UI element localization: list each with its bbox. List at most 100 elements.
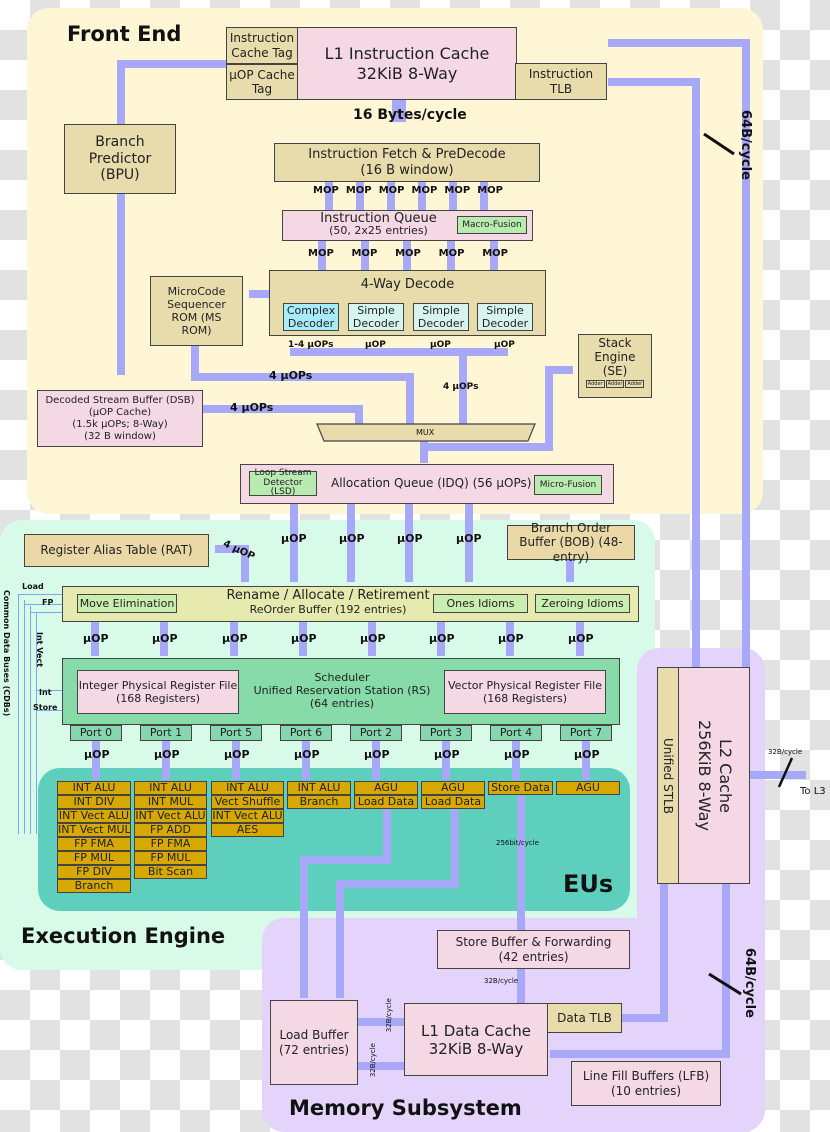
bus-se-to-idq	[428, 443, 550, 451]
dsb-line1: Decoded Stream Buffer (DSB)	[45, 394, 195, 406]
sb-rate-label: 32B/cycle	[484, 977, 519, 985]
cdb-line	[24, 600, 25, 834]
port-1: Port 1	[140, 725, 192, 741]
loop-stream-detector: Loop Stream Detector (LSD)	[249, 468, 317, 497]
vec-prf-line1: Vector Physical Register File	[448, 678, 602, 692]
eu-unit: FP ADD	[134, 823, 207, 837]
uop-label: µOP	[568, 632, 594, 645]
dsb-line2: (µOP Cache)	[88, 406, 152, 418]
l1-data-cache: L1 Data Cache 32KiB 8-Way	[404, 1003, 548, 1076]
eu-unit: Load Data	[354, 795, 418, 809]
cdb-title: Common Data Buses (CDBs)	[2, 590, 11, 717]
memory-subsystem-title: Memory Subsystem	[289, 1096, 522, 1120]
instruction-queue: Instruction Queue (50, 2x25 entries) Mac…	[282, 210, 533, 241]
vector-register-file: Vector Physical Register File (168 Regis…	[444, 670, 606, 714]
l1d-line2: 32KiB 8-Way	[428, 1039, 524, 1058]
mop-label: MOP	[438, 248, 465, 259]
cdb-line	[30, 606, 31, 834]
fetch-line1: Instruction Fetch & PreDecode	[308, 146, 506, 162]
l2-line1: L2 Cache	[715, 738, 735, 813]
lb-rate-label: 32B/cycle	[385, 998, 393, 1033]
bus-se-horiz	[545, 366, 573, 374]
scheduler-line2: Unified Reservation Station (RS)	[253, 684, 431, 698]
eu-port0: INT ALU INT DIV INT Vect ALU INT Vect MU…	[57, 781, 131, 893]
bus-store-data	[517, 794, 525, 930]
lfb-line1: Line Fill Buffers (LFB)	[582, 1069, 710, 1084]
cdb-line	[30, 612, 64, 613]
eu-unit: Branch	[57, 879, 131, 893]
uop-label: µOP	[291, 632, 317, 645]
uop-label: µOP	[281, 532, 307, 545]
cdb-line	[18, 594, 64, 595]
l1d-line1: L1 Data Cache	[421, 1021, 531, 1040]
decoded-stream-buffer: Decoded Stream Buffer (DSB) (µOP Cache) …	[37, 390, 203, 447]
port-2: Port 2	[350, 725, 402, 741]
uop-label: µOP	[364, 748, 390, 761]
eu-unit: INT MUL	[134, 795, 207, 809]
eu-unit: Vect Shuffle	[211, 795, 284, 809]
lb-rate-label: 32B/cycle	[369, 1043, 377, 1078]
port-3: Port 3	[420, 725, 472, 741]
int-prf-line1: Integer Physical Register File	[78, 678, 238, 692]
uop-label: µOP	[83, 632, 109, 645]
port-5: Port 5	[210, 725, 262, 741]
eu-unit: INT Vect ALU	[134, 809, 207, 823]
cdb-load-label: Load	[22, 582, 44, 591]
decoder-out-label: µOP	[494, 340, 515, 350]
eu-unit: Store Data	[488, 781, 553, 795]
bus-stlb-vertical	[692, 78, 700, 668]
bus-decode-to-msrom	[249, 290, 271, 298]
l2-link-rate-top: 64B/cycle	[738, 110, 753, 180]
line-fill-buffers: Line Fill Buffers (LFB) (10 entries)	[571, 1061, 721, 1106]
port-7: Port 7	[560, 725, 612, 741]
uop-label: µOP	[498, 632, 524, 645]
decoder-out-label: 1-4 µOPs	[288, 340, 334, 350]
ones-idioms: Ones Idioms	[433, 594, 528, 613]
scheduler-line1: Scheduler	[314, 671, 370, 684]
fetch-out-labels: MOP MOP MOP MOP MOP MOP	[313, 185, 503, 196]
cdb-int-vect-label: Int Vect	[35, 632, 44, 668]
simple-decoder: Simple Decoder	[413, 303, 469, 331]
bus-l1d-to-lb-1	[358, 1018, 404, 1026]
cdb-store-label: Store	[33, 703, 58, 712]
adder: Adder	[605, 380, 625, 389]
uop-cache-tag: µOP Cache Tag	[226, 64, 298, 100]
mux-label: MUX	[416, 428, 435, 437]
to-l3-label: To L3	[800, 786, 826, 797]
stack-engine: Stack Engine (SE) Adder Adder Adder	[578, 334, 652, 398]
bus-bpu-to-dsb	[117, 60, 125, 375]
cdb-line	[18, 594, 19, 834]
store-rate-label: 256bit/cycle	[496, 839, 539, 847]
dsb-rate-label: 4 µOPs	[230, 401, 274, 414]
eu-unit: INT Vect ALU	[57, 809, 131, 823]
mop-label: MOP	[345, 185, 372, 196]
front-end-title: Front End	[67, 22, 182, 46]
eu-port3: AGU Load Data	[421, 781, 485, 809]
uop-label: µOP	[456, 532, 482, 545]
uop-label: µOP	[294, 748, 320, 761]
decode-rate-label: 4 µOPs	[443, 382, 479, 392]
rob-line2: ReOrder Buffer (192 entries)	[249, 602, 407, 616]
eu-unit: Bit Scan	[134, 865, 207, 879]
decoder-out-label: µOP	[430, 340, 451, 350]
simple-decoder: Simple Decoder	[348, 303, 404, 331]
decoder-out-label: µOP	[365, 340, 386, 350]
bus-l2-to-l1i	[608, 39, 750, 47]
data-tlb: Data TLB	[547, 1003, 622, 1033]
eu-unit: INT Vect ALU	[211, 809, 284, 823]
macro-fusion: Macro-Fusion	[457, 216, 527, 234]
branch-predictor: Branch Predictor (BPU)	[64, 124, 176, 194]
idq-title: Allocation Queue (IDQ) (56 µOPs)	[331, 476, 532, 490]
l2-cache: L2 Cache 256KiB 8-Way	[678, 667, 750, 884]
eu-unit: FP MUL	[57, 851, 131, 865]
l1i-line1: L1 Instruction Cache	[324, 44, 490, 64]
mop-label: MOP	[313, 185, 339, 196]
register-alias-table: Register Alias Table (RAT)	[24, 534, 209, 567]
uop-label: µOP	[152, 632, 178, 645]
vec-prf-line2: (168 Registers)	[482, 692, 568, 705]
uop-label: µOP	[339, 532, 365, 545]
rob-line1: Rename / Allocate / Retirement	[226, 588, 430, 603]
eu-port4: Store Data	[488, 781, 553, 795]
branch-order-buffer: Branch Order Buffer (BOB) (48-entry)	[507, 521, 635, 564]
mop-label: MOP	[411, 185, 438, 196]
